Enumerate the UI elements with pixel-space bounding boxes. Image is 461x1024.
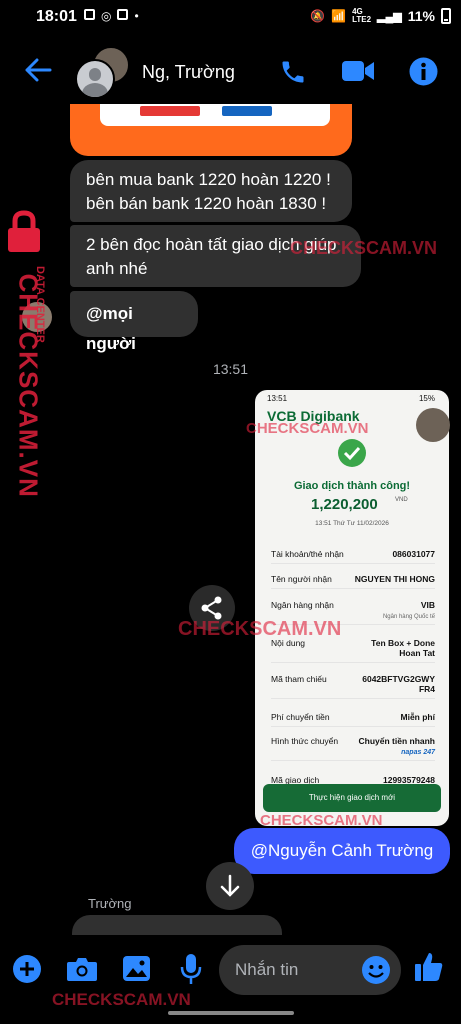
plus-icon[interactable] (12, 954, 42, 984)
receipt-row: Tên người nhận NGUYEN THI HONG (271, 574, 435, 589)
napas-logo (222, 106, 272, 116)
phone-icon[interactable] (279, 58, 307, 86)
row-value: NGUYEN THI HONG (354, 574, 435, 584)
group-avatar[interactable] (75, 59, 115, 99)
home-indicator[interactable] (168, 1011, 294, 1015)
battery-percent: 11% (407, 8, 435, 24)
back-arrow-icon[interactable] (24, 58, 52, 82)
receipt-title: Giao dịch thành công! (293, 480, 411, 492)
row-value: Chuyển tiền nhanh (358, 736, 436, 746)
watermark-text: CHECKSCAM.VN (260, 812, 383, 829)
video-camera-icon[interactable] (341, 58, 375, 84)
timestamp: 13:51 (212, 361, 249, 377)
dot-icon: • (134, 9, 139, 23)
row-value: Ten Box + Done Hoan Tat (371, 638, 435, 658)
row-value: Miễn phí (400, 712, 435, 722)
receipt-row: Phí chuyển tiền Miễn phí (271, 712, 435, 727)
watermark-text: CHECKSCAM.VN (290, 238, 438, 258)
watermark-text: CHECKSCAM.VN (178, 618, 342, 640)
sender-label: Trường (88, 896, 132, 911)
emoji-icon[interactable] (361, 955, 391, 985)
row-sub: Ngân hàng Quốc tế (382, 614, 435, 620)
watermark-text: CHECKSCAM.VN (246, 420, 369, 437)
gallery-icon[interactable] (122, 955, 151, 982)
row-label: Tên người nhận (271, 574, 332, 584)
screenshot-icon (117, 9, 129, 20)
receipt-image[interactable]: 13:51 15% VCB Digibank Giao dịch thành c… (255, 390, 449, 826)
receipt-status-battery: 15% (418, 394, 435, 403)
message-input-placeholder: Nhắn tin (235, 960, 299, 979)
message-line: bên mua bank 1220 hoàn 1220 ! (86, 170, 331, 189)
row-value: 6042BFTVG2GWY FR4 (362, 674, 435, 694)
notification-icons: ◎ • (84, 9, 139, 23)
message-bubble[interactable]: @mọi người (70, 291, 198, 353)
new-transaction-button: Thực hiện giao dịch mới (263, 784, 441, 812)
wifi-icon: 📶 (331, 9, 347, 23)
thumbs-up-icon[interactable] (414, 951, 444, 983)
contact-name[interactable]: Ng, Trường (142, 62, 235, 83)
receipt-row: Tài khoản/thẻ nhận 086031077 (271, 549, 435, 564)
row-label: Tài khoản/thẻ nhận (271, 549, 344, 559)
mention-text: @Nguyễn Cảnh Trường (250, 841, 434, 860)
gallery-notification-icon (84, 9, 95, 20)
receipt-row: Hình thức chuyển Chuyển tiền nhanh napas … (271, 736, 435, 761)
info-icon[interactable] (409, 57, 438, 86)
battery-icon (441, 8, 451, 24)
receipt-datetime: 13:51 Thứ Tư 11/02/2026 (315, 520, 389, 527)
shared-image-card[interactable] (70, 104, 352, 156)
row-label: Nội dung (271, 638, 306, 648)
padlock-watermark-icon (8, 210, 40, 252)
row-label: Hình thức chuyển (271, 736, 339, 746)
watermark-text: CHECKSCAM.VN (52, 990, 191, 1009)
viettel-logo (140, 106, 200, 116)
mute-icon: 🔕 (310, 9, 326, 23)
receipt-row: Nội dung Ten Box + Done Hoan Tat (271, 638, 435, 663)
row-label: Phí chuyển tiền (271, 712, 330, 722)
sync-icon: ◎ (101, 9, 112, 23)
scroll-down-button[interactable] (206, 862, 254, 910)
network-label: 4G LTE2 (352, 7, 372, 24)
recipient-avatar[interactable] (416, 408, 450, 442)
status-bar: 18:01 ◎ • 🔕 📶 4G LTE2 ▂▄▆ 11% (0, 0, 461, 34)
message-bubble-partial[interactable] (72, 915, 282, 935)
message-bubble[interactable]: bên mua bank 1220 hoàn 1220 ! bên bán ba… (70, 160, 352, 222)
row-label: Mã tham chiếu (271, 674, 327, 684)
success-check-icon (338, 439, 366, 467)
row-sub: napas 247 (401, 749, 435, 756)
receipt-row: Mã tham chiếu 6042BFTVG2GWY FR4 (271, 674, 435, 699)
scroll-down-icon (220, 874, 240, 897)
microphone-icon[interactable] (180, 953, 202, 985)
outgoing-message-bubble[interactable]: @Nguyễn Cảnh Trường (234, 828, 450, 874)
row-value: VIB (420, 600, 435, 610)
status-time: 18:01 (36, 8, 77, 25)
receipt-amount: 1,220,200 (311, 496, 378, 513)
message-line: anh nhé (86, 259, 148, 278)
camera-icon[interactable] (66, 956, 98, 982)
row-value: 086031077 (392, 549, 435, 559)
watermark-tag-vertical: DATA CENTER (34, 266, 46, 343)
row-label: Ngân hàng nhận (271, 600, 334, 610)
signal-icon: ▂▄▆ (377, 10, 402, 23)
receipt-status-time: 13:51 (267, 394, 288, 403)
message-line: bên bán bank 1220 hoàn 1830 ! (86, 194, 327, 213)
receipt-currency: VND (395, 497, 408, 503)
mention-text: @mọi người (86, 304, 136, 353)
status-right: 🔕 📶 4G LTE2 ▂▄▆ 11% (310, 8, 451, 24)
